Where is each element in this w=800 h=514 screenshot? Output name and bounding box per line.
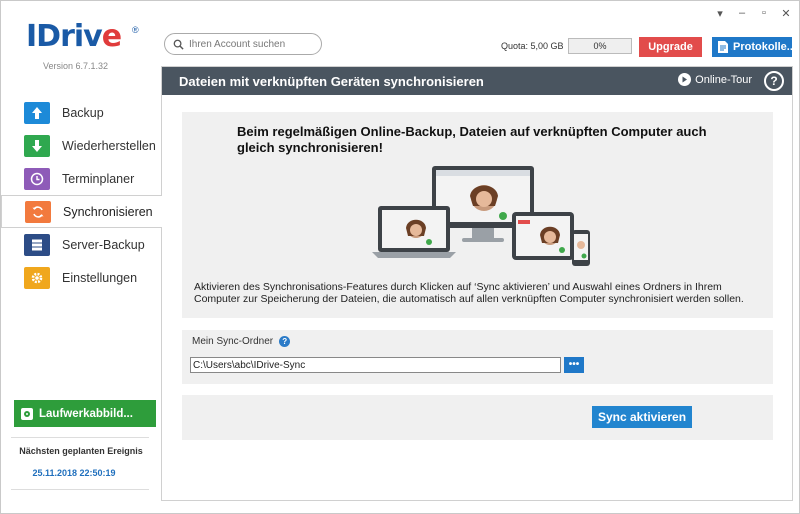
app-window: ▾ – ▫ ✕ IDrive ® Version 6.7.1.32 Quota:… — [0, 0, 800, 514]
sidebar-item-server-backup[interactable]: Server-Backup — [1, 228, 161, 261]
document-icon — [718, 41, 728, 53]
idrive-logo: IDrive ® — [26, 19, 146, 61]
sync-action-section: Sync aktivieren — [182, 395, 773, 440]
sync-folder-label-text: Mein Sync-Ordner — [192, 336, 274, 347]
protocols-button[interactable]: Protokolle... — [712, 37, 792, 57]
divider — [11, 437, 149, 438]
drive-image-label: Laufwerkabbild... — [39, 407, 133, 420]
sync-icon — [25, 200, 51, 223]
sidebar-item-label: Einstellungen — [62, 270, 138, 285]
server-icon — [24, 233, 50, 256]
sidebar-item-restore[interactable]: Wiederherstellen — [1, 129, 161, 162]
sidebar-item-label: Synchronisieren — [63, 204, 153, 219]
version-label: Version 6.7.1.32 — [43, 61, 109, 71]
play-icon — [678, 73, 692, 86]
search-icon — [173, 39, 184, 50]
promo-title: Beim regelmäßigen Online-Backup, Dateien… — [237, 124, 707, 155]
quota-label: Quota: 5,00 GB — [501, 41, 564, 51]
sidebar: Backup Wiederherstellen Terminplaner Syn… — [1, 96, 162, 294]
quota-bar: 0% — [568, 38, 632, 54]
protocols-label: Protokolle... — [733, 41, 792, 53]
sync-activate-button[interactable]: Sync aktivieren — [592, 406, 692, 428]
online-tour-link[interactable]: Online-Tour — [678, 73, 752, 86]
disk-icon — [21, 407, 33, 420]
browse-button[interactable]: ••• — [564, 357, 584, 373]
close-icon[interactable]: ✕ — [781, 7, 791, 20]
help-question-icon[interactable]: ? — [279, 336, 291, 347]
sidebar-item-scheduler[interactable]: Terminplaner — [1, 162, 161, 195]
arrow-up-icon — [24, 101, 50, 124]
arrow-down-icon — [24, 134, 50, 157]
account-search[interactable] — [164, 33, 322, 55]
sidebar-item-label: Wiederherstellen — [62, 138, 156, 153]
maximize-icon[interactable]: ▫ — [759, 7, 769, 20]
window-controls: ▾ – ▫ ✕ — [715, 7, 791, 20]
help-icon[interactable]: ? — [764, 71, 784, 91]
next-event-label: Nächsten geplanten Ereignis — [19, 446, 143, 456]
upgrade-button[interactable]: Upgrade — [639, 37, 702, 57]
promo-description: Aktivieren des Synchronisations-Features… — [194, 281, 744, 305]
main-header: Dateien mit verknüpften Geräten synchron… — [162, 67, 792, 95]
logo-registered: ® — [132, 25, 139, 35]
sidebar-item-label: Terminplaner — [62, 171, 135, 186]
next-event-date: 25.11.2018 22:50:19 — [32, 468, 116, 478]
divider — [11, 489, 149, 490]
sync-folder-input[interactable] — [190, 357, 561, 373]
online-tour-label: Online-Tour — [695, 73, 752, 86]
drive-image-button[interactable]: Laufwerkabbild... — [14, 400, 156, 427]
sidebar-item-settings[interactable]: Einstellungen — [1, 261, 161, 294]
sidebar-item-label: Backup — [62, 105, 104, 120]
page-title: Dateien mit verknüpften Geräten synchron… — [179, 73, 484, 89]
clock-icon — [24, 167, 50, 190]
sync-folder-label: Mein Sync-Ordner ? — [192, 336, 291, 347]
sidebar-item-backup[interactable]: Backup — [1, 96, 161, 129]
search-input[interactable] — [189, 38, 314, 50]
minimize-icon[interactable]: – — [737, 7, 747, 20]
logo-text: IDriv — [26, 19, 103, 54]
sidebar-item-sync[interactable]: Synchronisieren — [1, 195, 162, 228]
sync-folder-section: Mein Sync-Ordner ? ••• — [182, 330, 773, 384]
logo-e: e — [101, 19, 122, 54]
menu-dropdown-icon[interactable]: ▾ — [715, 7, 725, 20]
main-panel: Dateien mit verknüpften Geräten synchron… — [161, 66, 793, 501]
sidebar-item-label: Server-Backup — [62, 237, 145, 252]
devices-illustration — [372, 166, 590, 266]
gear-icon — [24, 266, 50, 289]
sync-promo: Beim regelmäßigen Online-Backup, Dateien… — [182, 112, 773, 318]
